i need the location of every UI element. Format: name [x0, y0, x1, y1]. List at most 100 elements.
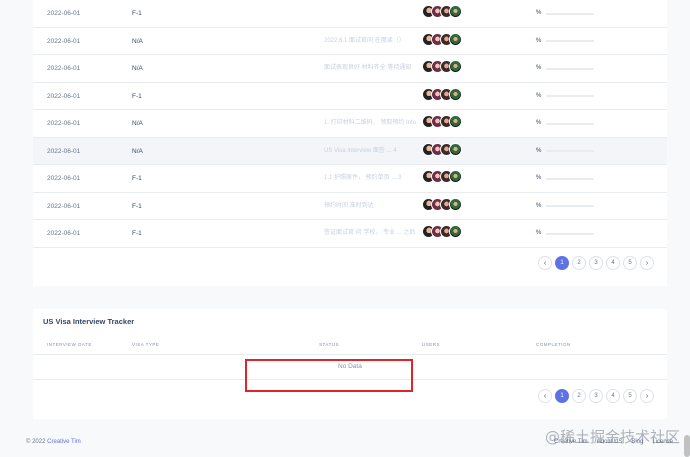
column-header-users: USERS — [422, 342, 441, 347]
page-button[interactable]: 2 — [572, 256, 586, 270]
interview-date: 2022-06-01 — [47, 120, 81, 127]
status-text: 签证面试官 问 学校， 专业 ... 之后 — [324, 230, 416, 236]
avatar[interactable] — [449, 170, 462, 183]
completion-progress-bar — [546, 177, 594, 180]
users-avatar-group — [422, 60, 462, 76]
status-text: 面试表现良好 材料齐全 等待通知 — [324, 65, 412, 71]
scrollbar[interactable] — [684, 435, 690, 457]
completion-progress-bar — [546, 67, 594, 70]
visa-type: F-1 — [132, 92, 142, 100]
page-button[interactable]: 3 — [589, 256, 603, 270]
completion-progress-bar — [546, 95, 594, 97]
completion-progress-bar — [546, 40, 594, 42]
status-text: 1.1 护照原件， 预约单页 ... 3 — [324, 175, 402, 181]
completion-percent: % — [536, 202, 542, 209]
projects-table-card: 2022-06-01 F-1 % 2022-06-01 N/A 2022.6.1… — [33, 0, 667, 286]
completion-progress-bar — [546, 150, 594, 152]
users-avatar-group — [422, 142, 462, 159]
completion-percent: % — [536, 37, 542, 44]
table-row: 2022-06-01 N/A 面试表现良好 材料齐全 等待通知 % — [33, 55, 667, 83]
avatar[interactable] — [449, 5, 462, 18]
interview-date: 2022-06-01 — [47, 202, 81, 210]
completion-percent: % — [536, 65, 542, 71]
avatar[interactable] — [449, 225, 462, 238]
table-row: 2022-06-01 N/A 1. 打印材料二维码， 领取预约 Info % — [33, 110, 667, 138]
column-header-interview-date: INTERVIEW DATE — [47, 342, 92, 347]
completion-progress-bar — [546, 205, 594, 207]
interview-date: 2022-06-01 — [47, 230, 81, 237]
users-avatar-group — [422, 5, 462, 21]
interview-date: 2022-06-01 — [47, 147, 81, 155]
completion-progress-bar — [546, 122, 594, 125]
users-avatar-group — [422, 87, 462, 104]
card-title: US Visa Interview Tracker — [43, 317, 135, 326]
avatar[interactable] — [449, 60, 462, 73]
page-button[interactable]: 5 — [623, 389, 637, 403]
users-avatar-group — [422, 225, 462, 241]
table-row: 2022-06-01 F-1 % — [33, 83, 667, 110]
visa-type: F-1 — [132, 202, 142, 210]
page-button[interactable]: 1 — [555, 389, 569, 403]
footer-copyright: © 2022 Creative Tim — [26, 439, 81, 445]
table-row: 2022-06-01 N/A 2022.6.1 面试官问 在哪读（） % — [33, 28, 667, 55]
interview-date: 2022-06-01 — [47, 92, 81, 100]
visa-type: N/A — [132, 120, 143, 127]
completion-percent: % — [536, 92, 542, 99]
table-row: 2022-06-01 F-1 签证面试官 问 学校， 专业 ... 之后 % — [33, 220, 667, 248]
page-button[interactable]: 2 — [572, 389, 586, 403]
users-avatar-group — [422, 32, 462, 49]
pagination-next-button[interactable]: › — [640, 389, 654, 403]
users-avatar-group — [422, 115, 462, 131]
visa-type: F-1 — [132, 175, 142, 182]
status-text: 1. 打印材料二维码， 领取预约 Info — [324, 120, 417, 126]
visa-type: N/A — [132, 37, 143, 45]
visa-type: N/A — [132, 65, 143, 72]
visa-type: F-1 — [132, 10, 142, 17]
column-header-visa-type: VISA TYPE — [132, 342, 160, 347]
interview-date: 2022-06-01 — [47, 65, 81, 72]
pagination: ‹ 1 2 3 4 5 › — [538, 389, 654, 403]
watermark: @稀土掘金技术社区 — [545, 428, 681, 446]
interview-date: 2022-06-01 — [47, 37, 81, 45]
status-text: 预约时间 准时到达 — [324, 202, 374, 209]
column-header-completion: COMPLETION — [536, 342, 571, 347]
avatar[interactable] — [449, 142, 462, 156]
visa-type: N/A — [132, 147, 143, 155]
interview-date: 2022-06-01 — [47, 10, 81, 17]
page-button[interactable]: 4 — [606, 389, 620, 403]
column-header-status: STATUS — [319, 342, 340, 347]
status-text: 2022.6.1 面试官问 在哪读（） — [324, 37, 405, 44]
page-button[interactable]: 5 — [623, 256, 637, 270]
annotation-highlight-box — [245, 359, 413, 392]
completion-progress-bar — [546, 232, 594, 235]
avatar[interactable] — [449, 87, 462, 101]
footer-brand-link[interactable]: Creative Tim — [47, 439, 81, 445]
table-row: 2022-06-01 F-1 预约时间 准时到达 % — [33, 193, 667, 220]
interview-date: 2022-06-01 — [47, 175, 81, 182]
completion-percent: % — [536, 10, 542, 16]
copyright-text: © 2022 — [26, 439, 46, 445]
completion-percent: % — [536, 147, 542, 154]
users-avatar-group — [422, 170, 462, 186]
avatar[interactable] — [449, 197, 462, 211]
completion-percent: % — [536, 175, 542, 181]
pagination-prev-button[interactable]: ‹ — [538, 256, 552, 270]
visa-type: F-1 — [132, 230, 142, 237]
table-row: 2022-06-01 F-1 % — [33, 0, 667, 28]
users-avatar-group — [422, 197, 462, 214]
page-button[interactable]: 3 — [589, 389, 603, 403]
pagination: ‹ 1 2 3 4 5 › — [538, 256, 654, 270]
pagination-next-button[interactable]: › — [640, 256, 654, 270]
pagination-prev-button[interactable]: ‹ — [538, 389, 552, 403]
avatar[interactable] — [449, 115, 462, 128]
table-row: 2022-06-01 F-1 1.1 护照原件， 预约单页 ... 3 % — [33, 165, 667, 193]
avatar[interactable] — [449, 32, 462, 46]
status-text: US Visa Interview 面签 ... 4 — [324, 147, 397, 154]
table-row-hovered: 2022-06-01 N/A US Visa Interview 面签 ... … — [33, 137, 667, 165]
completion-progress-bar — [546, 12, 594, 15]
page-button[interactable]: 1 — [555, 256, 569, 270]
completion-percent: % — [536, 230, 542, 236]
completion-percent: % — [536, 120, 542, 126]
page-button[interactable]: 4 — [606, 256, 620, 270]
table-divider — [33, 354, 667, 355]
